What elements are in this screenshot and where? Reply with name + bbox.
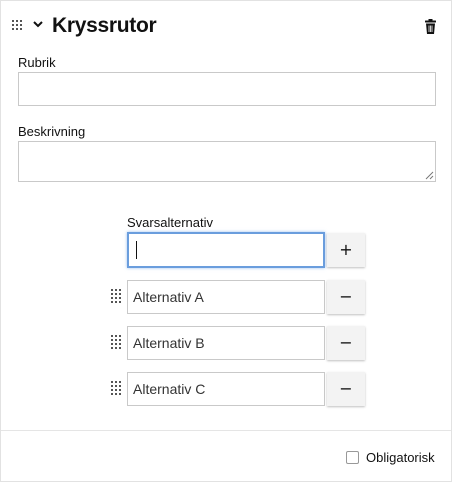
option-input[interactable]: Alternativ A — [127, 280, 325, 314]
resize-grip-icon[interactable] — [425, 171, 434, 180]
rubrik-input[interactable] — [18, 72, 436, 106]
remove-option-button[interactable]: − — [327, 326, 365, 360]
trash-icon[interactable] — [424, 19, 437, 34]
add-option-button[interactable]: + — [327, 233, 365, 267]
footer-divider — [1, 430, 451, 431]
beskrivning-label: Beskrivning — [18, 124, 86, 139]
editor-header: Kryssrutor — [1, 1, 451, 51]
required-checkbox[interactable] — [346, 451, 359, 464]
checkbox-field-editor: Kryssrutor Rubrik Beskrivning Svarsalter… — [0, 0, 452, 482]
option-input[interactable]: Alternativ C — [127, 372, 325, 406]
field-type-title: Kryssrutor — [52, 14, 157, 37]
option-drag-handle-icon[interactable] — [111, 335, 121, 349]
options-label: Svarsalternativ — [127, 215, 213, 230]
chevron-down-icon[interactable] — [32, 19, 44, 29]
text-cursor — [136, 241, 137, 259]
option-drag-handle-icon[interactable] — [111, 289, 121, 303]
remove-option-button[interactable]: − — [327, 372, 365, 406]
option-input[interactable]: Alternativ B — [127, 326, 325, 360]
drag-handle-icon[interactable] — [12, 20, 22, 30]
remove-option-button[interactable]: − — [327, 280, 365, 314]
beskrivning-textarea[interactable] — [18, 141, 436, 182]
rubrik-label: Rubrik — [18, 55, 56, 70]
new-option-input[interactable] — [127, 232, 325, 268]
option-drag-handle-icon[interactable] — [111, 381, 121, 395]
required-label[interactable]: Obligatorisk — [366, 450, 435, 465]
